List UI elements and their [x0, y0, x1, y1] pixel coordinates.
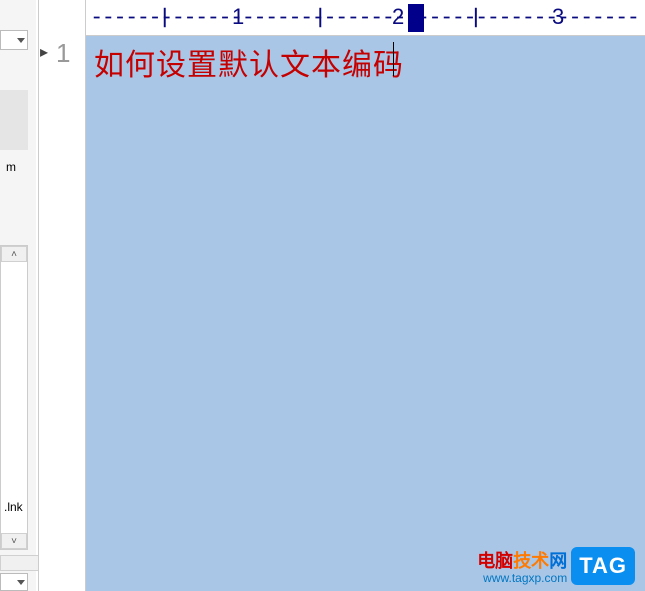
- watermark-cn-1: 电脑: [477, 551, 513, 571]
- file-item-lnk[interactable]: .lnk: [4, 500, 23, 514]
- ruler-number: 3: [552, 4, 564, 30]
- ruler-cursor[interactable]: [408, 4, 424, 32]
- text-caret: [393, 42, 394, 76]
- watermark: 电脑技术网 www.tagxp.com TAG: [477, 547, 635, 585]
- line-number: 1: [56, 38, 70, 69]
- ruler-number: 1: [232, 4, 244, 30]
- watermark-url: www.tagxp.com: [483, 572, 567, 585]
- file-list-area[interactable]: [0, 90, 28, 150]
- panel-dropdown-bottom[interactable]: [0, 573, 28, 591]
- editor-line-text: 如何设置默认文本编码: [94, 40, 404, 84]
- scroll-up-button[interactable]: ˄: [1, 246, 27, 262]
- file-item[interactable]: m: [6, 160, 16, 174]
- line-marker-icon: ▸: [40, 42, 48, 62]
- panel-dropdown-top[interactable]: [0, 30, 28, 50]
- tag-badge: TAG: [571, 547, 635, 585]
- text-editor[interactable]: 如何设置默认文本编码 电脑技术网 www.tagxp.com TAG: [86, 36, 645, 591]
- line-number-gutter: [38, 0, 86, 591]
- scroll-down-button[interactable]: ˅: [1, 533, 27, 549]
- watermark-cn-2: 技术: [513, 551, 549, 571]
- horizontal-ruler[interactable]: 1 2 3: [86, 0, 645, 36]
- watermark-site: 电脑技术网 www.tagxp.com: [477, 552, 567, 585]
- left-sidebar: m ˄ ˅ .lnk ›: [0, 0, 36, 591]
- chevron-down-icon: [17, 580, 25, 585]
- chevron-down-icon: [17, 38, 25, 43]
- watermark-cn-3: 网: [549, 551, 567, 571]
- ruler-number: 2: [392, 4, 404, 30]
